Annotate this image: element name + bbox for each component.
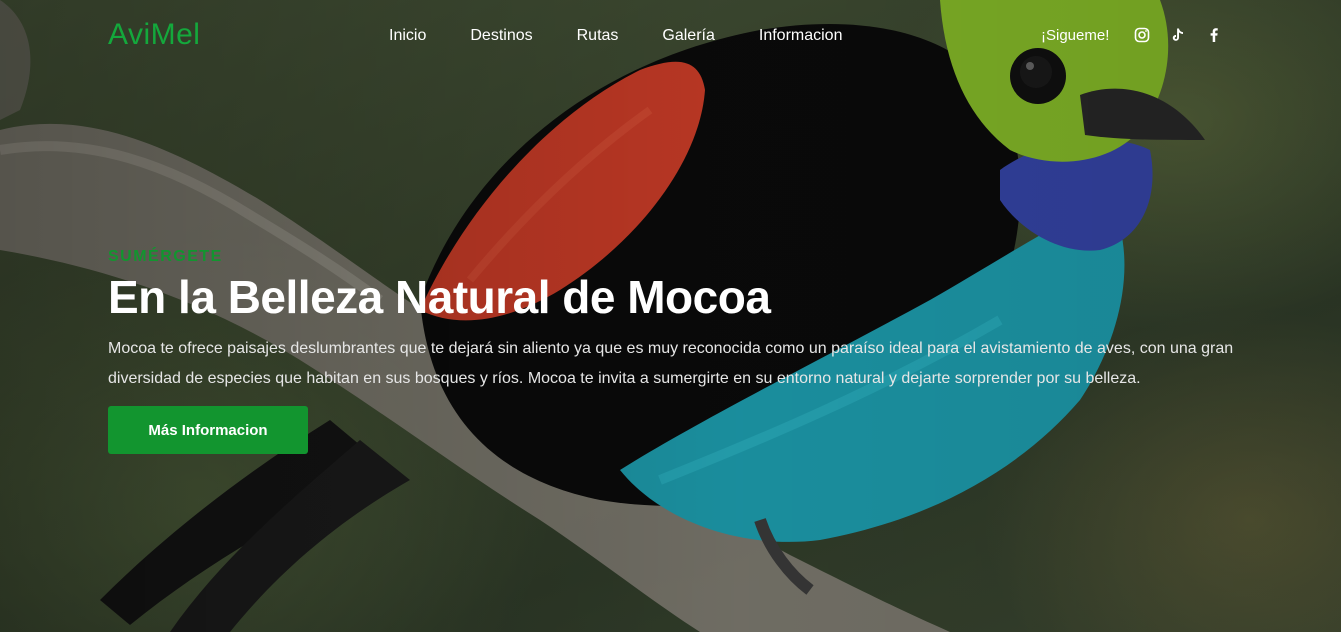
nav-item-destinos[interactable]: Destinos [470, 27, 532, 45]
hero-section: SUMÉRGETE En la Belleza Natural de Mocoa… [108, 248, 1248, 454]
site-header: AviMel Inicio Destinos Rutas Galería Inf… [0, 0, 1341, 72]
brand-logo[interactable]: AviMel [108, 18, 200, 52]
hero-title: En la Belleza Natural de Mocoa [108, 271, 771, 323]
hero-eyebrow: SUMÉRGETE [108, 248, 223, 265]
more-info-button[interactable]: Más Informacion [108, 406, 308, 454]
nav-item-galeria[interactable]: Galería [662, 27, 714, 45]
nav-item-inicio[interactable]: Inicio [389, 27, 426, 45]
nav-item-informacion[interactable]: Informacion [759, 27, 843, 45]
social-links: ¡Sigueme! [1041, 26, 1241, 44]
instagram-icon[interactable] [1133, 26, 1151, 44]
main-nav: Inicio Destinos Rutas Galería Informacio… [389, 27, 886, 45]
tiktok-icon[interactable] [1169, 26, 1187, 44]
facebook-icon[interactable] [1205, 26, 1223, 44]
hero-description: Mocoa te ofrece paisajes deslumbrantes q… [108, 340, 1234, 387]
nav-item-rutas[interactable]: Rutas [577, 27, 619, 45]
social-label: ¡Sigueme! [1041, 26, 1110, 44]
